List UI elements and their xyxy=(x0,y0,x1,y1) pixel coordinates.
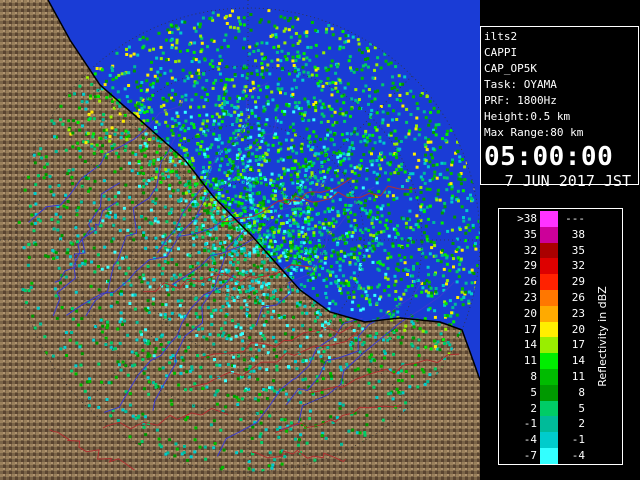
legend-unit-label: Reflectivity in dBZ xyxy=(595,286,609,387)
legend-lower-bound: 14 xyxy=(523,338,537,352)
legend-lower-bound: 26 xyxy=(523,275,537,289)
max-range-label: Max Range:80 km xyxy=(484,126,584,139)
legend-upper-bound: 20 xyxy=(571,322,585,336)
radar-map[interactable] xyxy=(0,0,480,480)
legend-upper-bound: 8 xyxy=(578,385,585,399)
legend-lower-bound: 20 xyxy=(523,306,537,320)
legend-lower-bound: 11 xyxy=(523,354,537,368)
legend-lower-bound: -7 xyxy=(523,449,537,462)
radar-info-panel: ilts2 CAPPI CAP_OP5K Task: OYAMA PRF: 18… xyxy=(480,26,639,190)
legend-color-swatch xyxy=(540,226,558,243)
legend-upper-bound: --- xyxy=(565,212,585,225)
legend-lower-bound: >38 xyxy=(517,212,537,225)
legend-lower-bound: 32 xyxy=(523,243,537,257)
legend-lower-bound: 29 xyxy=(523,259,537,273)
legend-lower-bound: 5 xyxy=(530,385,537,399)
legend-lower-bound: -4 xyxy=(523,433,537,447)
legend-upper-bound: 5 xyxy=(578,401,585,415)
legend-upper-bound: 2 xyxy=(578,417,585,431)
station-name: ilts2 xyxy=(484,30,518,43)
legend-upper-bound: 26 xyxy=(571,291,585,304)
legend-lower-bound: 23 xyxy=(523,291,537,304)
legend-upper-bound: -4 xyxy=(571,449,585,462)
legend-upper-bound: 32 xyxy=(571,259,585,273)
legend-lower-bound: -1 xyxy=(523,417,537,431)
legend-upper-bound: 11 xyxy=(571,370,585,383)
legend-color-swatch xyxy=(540,337,558,354)
legend-lower-bound: 17 xyxy=(523,322,537,336)
legend-color-swatch xyxy=(540,242,558,259)
legend-color-swatch xyxy=(540,416,558,433)
legend-color-swatch xyxy=(540,353,558,370)
legend-color-swatch xyxy=(540,211,558,227)
reflectivity-legend: >38 --- 35 38 32 35 29 32 26 29 23 26 20 23 17 20 14 17 11… xyxy=(498,208,623,465)
legend-color-swatch xyxy=(540,258,558,275)
legend-color-swatch xyxy=(540,290,558,306)
time-display: 05:00:00 xyxy=(484,142,614,172)
date-display: 7 JUN 2017 JST xyxy=(504,172,631,190)
legend-color-swatch xyxy=(540,305,558,322)
legend-upper-bound: 17 xyxy=(571,338,585,352)
legend-lower-bound: 2 xyxy=(530,401,537,415)
legend-color-swatch xyxy=(540,369,558,385)
legend-color-swatch xyxy=(540,384,558,401)
legend-upper-bound: 29 xyxy=(571,275,585,289)
legend-color-swatch xyxy=(540,321,558,338)
legend-upper-bound: -1 xyxy=(571,433,585,447)
height-label: Height:0.5 km xyxy=(484,110,571,123)
legend-upper-bound: 38 xyxy=(571,227,585,241)
config-name: CAP_OP5K xyxy=(484,62,537,75)
prf-label: PRF: 1800Hz xyxy=(484,94,557,107)
legend-color-swatch xyxy=(540,432,558,449)
task-label: Task: OYAMA xyxy=(484,78,557,91)
legend-color-swatch xyxy=(540,274,558,291)
legend-upper-bound: 14 xyxy=(571,354,585,368)
product-name: CAPPI xyxy=(484,46,518,59)
legend-upper-bound: 35 xyxy=(571,243,585,257)
legend-lower-bound: 35 xyxy=(523,227,537,241)
radar-map-canvas xyxy=(0,0,480,480)
legend-upper-bound: 23 xyxy=(571,306,585,320)
legend-color-swatch xyxy=(540,400,558,417)
legend-lower-bound: 8 xyxy=(530,370,537,383)
legend-color-swatch xyxy=(540,448,558,464)
